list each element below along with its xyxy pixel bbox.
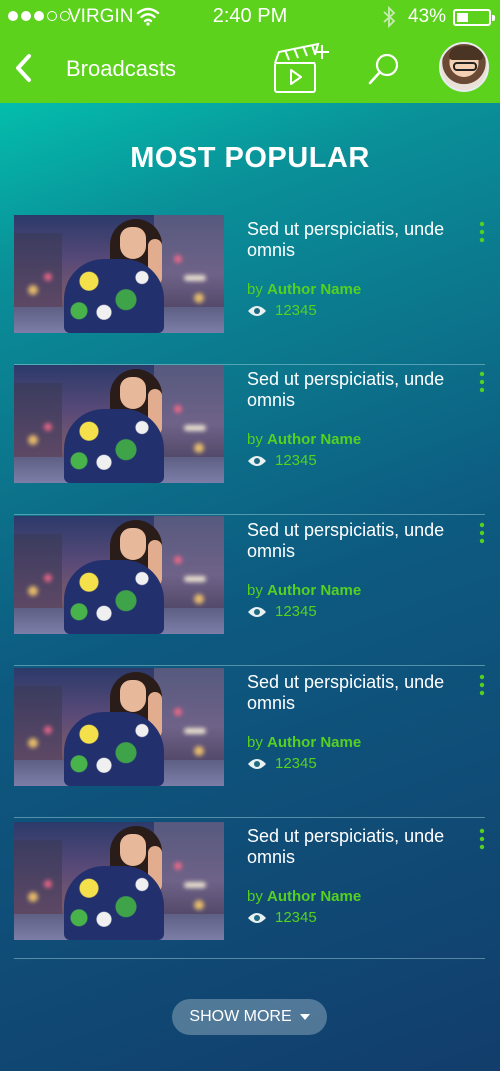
bluetooth-icon: [383, 6, 396, 28]
author-line[interactable]: by Author Name: [247, 582, 361, 599]
eye-icon: [248, 305, 266, 316]
show-more-label: SHOW MORE: [189, 1008, 292, 1025]
broadcast-thumbnail[interactable]: [14, 668, 224, 786]
broadcast-title[interactable]: Sed ut perspiciatis, unde omnis: [247, 672, 472, 714]
broadcast-thumbnail[interactable]: [14, 365, 224, 483]
author-line[interactable]: by Author Name: [247, 281, 361, 298]
eye-icon: [248, 606, 266, 617]
back-icon[interactable]: [12, 53, 34, 83]
broadcast-title[interactable]: Sed ut perspiciatis, unde omnis: [247, 826, 472, 868]
author-line[interactable]: by Author Name: [247, 888, 361, 905]
author-prefix: by: [247, 281, 268, 298]
eye-icon: [248, 912, 266, 923]
broadcast-title[interactable]: Sed ut perspiciatis, unde omnis: [247, 520, 472, 562]
battery-percent: 43%: [408, 6, 447, 27]
battery-icon: [453, 9, 495, 26]
eye-icon: [248, 758, 266, 769]
broadcast-thumbnail[interactable]: [14, 516, 224, 634]
author-line[interactable]: by Author Name: [247, 734, 361, 751]
more-options-icon[interactable]: [478, 221, 486, 243]
broadcast-thumbnail[interactable]: [14, 215, 224, 333]
view-count-value: 12345: [275, 603, 317, 620]
author-name: Author Name: [267, 888, 362, 905]
status-bar: VIRGIN 2:40 PM 43%: [0, 0, 500, 33]
eye-icon: [248, 455, 266, 466]
author-prefix: by: [247, 734, 268, 751]
divider: [14, 817, 485, 818]
more-options-icon[interactable]: [478, 522, 486, 544]
caret-down-icon: [299, 1014, 310, 1020]
view-count: 12345: [247, 909, 317, 926]
broadcast-title[interactable]: Sed ut perspiciatis, unde omnis: [247, 219, 472, 261]
more-options-icon[interactable]: [478, 674, 486, 696]
author-prefix: by: [247, 582, 268, 599]
view-count-value: 12345: [275, 755, 317, 772]
view-count-value: 12345: [275, 452, 317, 469]
author-name: Author Name: [267, 734, 362, 751]
section-title: MOST POPULAR: [130, 142, 370, 174]
broadcast-thumbnail[interactable]: [14, 822, 224, 940]
avatar[interactable]: [439, 42, 489, 92]
view-count: 12345: [247, 452, 317, 469]
author-prefix: by: [247, 888, 268, 905]
view-count: 12345: [247, 603, 317, 620]
list-item[interactable]: Sed ut perspiciatis, unde omnis by Autho…: [14, 516, 485, 666]
show-more-button[interactable]: SHOW MORE: [172, 999, 327, 1035]
author-name: Author Name: [267, 281, 362, 298]
view-count: 12345: [247, 755, 317, 772]
author-name: Author Name: [267, 431, 362, 448]
divider: [14, 958, 485, 959]
list-item[interactable]: Sed ut perspiciatis, unde omnis by Autho…: [14, 822, 485, 959]
divider: [14, 514, 485, 515]
new-broadcast-icon[interactable]: [272, 42, 334, 94]
view-count-value: 12345: [275, 909, 317, 926]
search-icon[interactable]: [366, 51, 402, 87]
list-item[interactable]: Sed ut perspiciatis, unde omnis by Autho…: [14, 365, 485, 515]
view-count-value: 12345: [275, 302, 317, 319]
author-prefix: by: [247, 431, 268, 448]
author-name: Author Name: [267, 582, 362, 599]
view-count: 12345: [247, 302, 317, 319]
more-options-icon[interactable]: [478, 371, 486, 393]
list-item[interactable]: Sed ut perspiciatis, unde omnis by Autho…: [14, 215, 485, 365]
more-options-icon[interactable]: [478, 828, 486, 850]
nav-bar: Broadcasts: [0, 33, 500, 103]
page-title: Broadcasts: [66, 56, 177, 81]
list-item[interactable]: Sed ut perspiciatis, unde omnis by Autho…: [14, 668, 485, 818]
broadcast-title[interactable]: Sed ut perspiciatis, unde omnis: [247, 369, 472, 411]
author-line[interactable]: by Author Name: [247, 431, 361, 448]
divider: [14, 665, 485, 666]
